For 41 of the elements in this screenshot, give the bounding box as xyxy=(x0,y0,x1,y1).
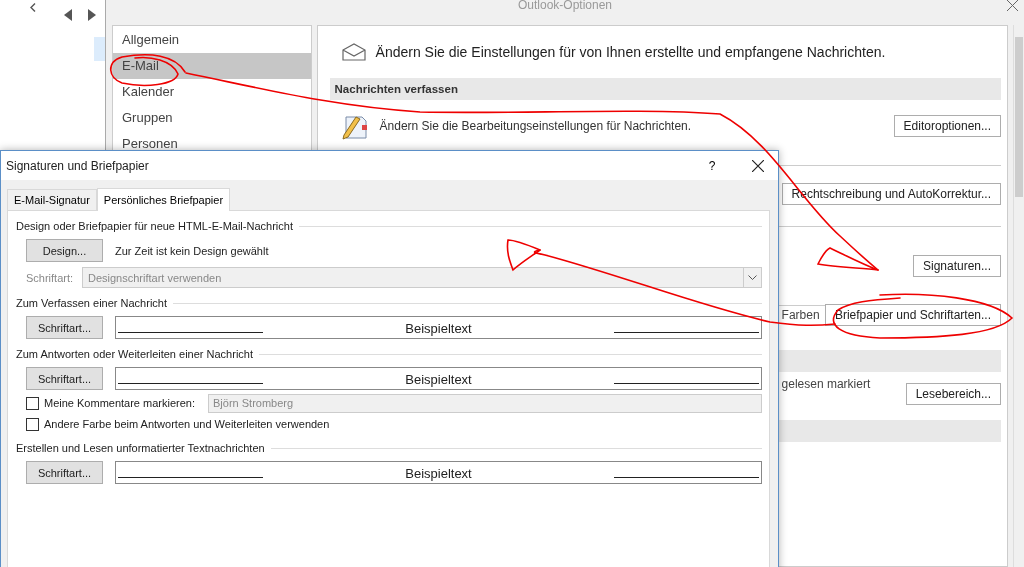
checkbox-label: Andere Farbe beim Antworten und Weiterleiten verwenden xyxy=(44,418,330,430)
scroll-thumb[interactable] xyxy=(1015,37,1023,197)
dialog-title: Signaturen und Briefpapier xyxy=(6,158,149,173)
signatures-button[interactable]: Signaturen... xyxy=(912,255,1001,277)
nav-item[interactable]: Gruppen xyxy=(113,105,311,131)
reading-pane-button[interactable]: Lesebereich... xyxy=(905,382,1001,405)
sample-text: Beispieltext xyxy=(404,372,473,387)
colors-text: Farben xyxy=(781,308,820,322)
checkbox[interactable] xyxy=(26,417,39,431)
editor-options-button[interactable]: Editoroptionen... xyxy=(893,115,1001,137)
group-heading: Erstellen und Lesen unformatierter Textnachrichten xyxy=(16,442,265,454)
scrollbar[interactable] xyxy=(1013,25,1024,567)
group-heading: Zum Verfassen einer Nachricht xyxy=(16,297,167,309)
nav-item[interactable]: Kalender xyxy=(113,79,311,105)
triangle-right-icon[interactable] xyxy=(88,9,96,21)
tab[interactable]: E-Mail-Signatur xyxy=(7,189,97,210)
help-button[interactable]: ? xyxy=(702,158,722,173)
design-status: Zur Zeit ist kein Design gewählt xyxy=(115,244,269,257)
close-icon[interactable] xyxy=(752,159,764,172)
editor-text: Ändern Sie die Bearbeitungseinstellungen für Nachrichten. xyxy=(379,119,692,133)
sample-text: Beispieltext xyxy=(404,466,473,481)
read-text: gelesen markiert xyxy=(781,377,871,391)
chevron-left-icon[interactable] xyxy=(30,3,36,12)
tab[interactable]: Persönliches Briefpapier xyxy=(96,188,231,211)
font-button[interactable]: Schriftart... xyxy=(26,367,103,390)
envelope-icon xyxy=(341,43,366,61)
nav-item[interactable]: E-Mail xyxy=(113,53,311,79)
stationery-button[interactable]: Briefpapier und Schriftarten... xyxy=(824,304,1001,326)
intro-text: Ändern Sie die Einstellungen für von Ihnen erstellte und empfangene Nachrichten. xyxy=(375,44,886,60)
group-heading: Zum Antworten oder Weiterleiten einer Nachricht xyxy=(16,348,253,360)
font-button[interactable]: Schriftart... xyxy=(26,316,103,339)
sample-text: Beispieltext xyxy=(404,321,473,336)
checkbox-label: Meine Kommentare markieren: xyxy=(44,397,195,409)
triangle-left-icon[interactable] xyxy=(64,9,72,21)
window-title: Outlook-Optionen xyxy=(516,0,614,14)
nav-item[interactable]: Allgemein xyxy=(113,27,311,53)
checkbox[interactable] xyxy=(26,396,39,410)
section-header: Nachrichten verfassen xyxy=(329,78,1001,100)
font-button[interactable]: Schriftart... xyxy=(26,461,103,484)
group-heading: Design oder Briefpapier für neue HTML-E-Mail-Nachricht xyxy=(16,220,293,232)
font-label: Schriftart: xyxy=(26,271,75,284)
